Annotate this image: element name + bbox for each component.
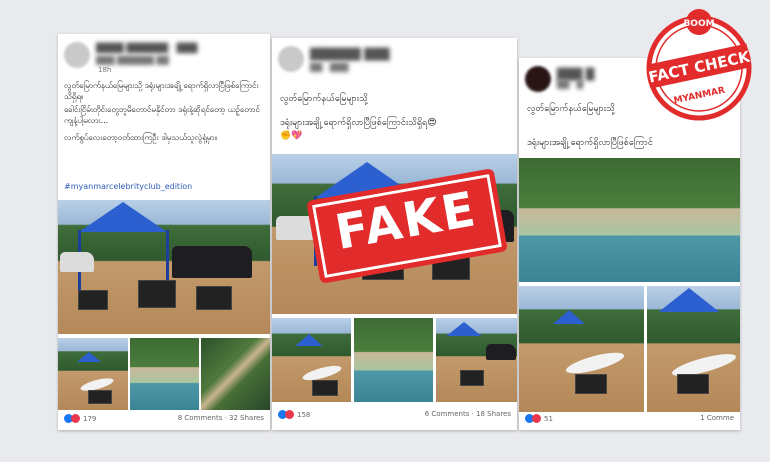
hashtag-link[interactable]: #myanmarcelebrityclub_edition xyxy=(64,181,264,192)
drone-case xyxy=(677,374,709,394)
post-photo-thumb-3[interactable] xyxy=(201,338,270,410)
canopy-tent xyxy=(446,322,482,336)
blurred-author-name: ██████ ███ xyxy=(310,48,390,61)
facebook-post-1: ████ ██████ · ███ ███ ██████ ██ 18h လွတ်… xyxy=(58,34,270,430)
post-title-text: လွတ်မြောက်နယ်မြေများသို့ ဒရုံးများအချို့… xyxy=(64,81,259,101)
post-photo-main[interactable] xyxy=(58,200,270,334)
love-icon xyxy=(285,410,294,419)
post-footer: 179 8 Comments · 32 Shares xyxy=(64,414,264,426)
comment-share-stats[interactable]: 1 Comme xyxy=(700,414,734,422)
reactions[interactable]: 51 xyxy=(525,414,553,423)
drone-case xyxy=(138,280,176,308)
black-car xyxy=(486,344,516,360)
love-icon xyxy=(532,414,541,423)
post-photo-thumb-1[interactable] xyxy=(272,318,351,402)
fact-check-seal-icon: BOOM FACT CHECK MYANMAR xyxy=(646,9,753,121)
post-photo-thumb-2[interactable] xyxy=(647,286,740,412)
reaction-count: 179 xyxy=(83,414,97,423)
post-title-text: လွတ်မြောက်နယ်မြေများသို့ xyxy=(280,94,368,104)
post-photo-thumb-3[interactable] xyxy=(436,318,517,402)
post-footer: 158 6 Comments · 18 Shares xyxy=(278,410,511,422)
drone-case xyxy=(312,380,338,396)
drone-case xyxy=(196,286,232,310)
post-footer: 51 1 Comme xyxy=(525,414,734,426)
post-body-text-1: ဒရုံးများအချို့ ရောက်ရှိလာပြီဖြစ်ကြောင်း… xyxy=(280,118,437,128)
comment-share-stats[interactable]: 6 Comments · 18 Shares xyxy=(425,410,511,418)
canopy-tent xyxy=(658,288,720,312)
blurred-author-subtitle: ███ ██████ ██ xyxy=(96,56,169,65)
post-photo-thumb-1[interactable] xyxy=(519,286,644,412)
post-time[interactable]: 18h xyxy=(98,66,111,74)
post-body-text-1: ခေါင်းငြိမ်းတိုင်းတွေဘူမိတောင်မနိုင်တာ ဒ… xyxy=(64,105,260,125)
drone-case xyxy=(78,290,108,310)
reaction-count: 51 xyxy=(544,414,553,423)
canopy-tent xyxy=(553,310,585,324)
comment-share-stats[interactable]: 8 Comments · 32 Shares xyxy=(178,414,264,422)
canopy-tent xyxy=(295,334,323,346)
badge-top-text: BOOM xyxy=(683,19,714,29)
avatar[interactable] xyxy=(64,42,90,68)
blurred-author-subtitle: ██ · ███ xyxy=(310,63,349,72)
post-photo-main[interactable] xyxy=(519,158,740,282)
avatar[interactable] xyxy=(278,46,304,72)
blurred-author-name: ████ ██████ · ███ xyxy=(96,44,198,54)
love-icon xyxy=(71,414,80,423)
reactions[interactable]: 158 xyxy=(278,410,310,419)
reactions[interactable]: 179 xyxy=(64,414,96,423)
post-photo-thumb-2[interactable] xyxy=(130,338,199,410)
avatar[interactable] xyxy=(525,66,551,92)
post-photo-thumb-2[interactable] xyxy=(354,318,433,402)
reaction-count: 158 xyxy=(297,410,311,419)
post-body-text-2: ✊💖 xyxy=(280,131,303,141)
post-header: ████ ██████ · ███ ███ ██████ ██ 18h xyxy=(64,40,264,74)
white-car xyxy=(60,252,94,272)
post-photo-thumb-1[interactable] xyxy=(58,338,128,410)
canopy-tent xyxy=(79,202,167,232)
post-header: ██████ ███ ██ · ███ xyxy=(278,44,511,78)
canopy-tent xyxy=(77,352,101,362)
blurred-author-subtitle: ██ · █ xyxy=(557,80,584,89)
drone-case xyxy=(88,390,112,404)
black-van xyxy=(172,246,252,278)
drone-case xyxy=(575,374,607,394)
boom-fact-check-badge: BOOM FACT CHECK MYANMAR xyxy=(640,6,758,124)
post-body-text-2: လက်စွပ်လေးတော့ဝတ်ထားကြဦး ဒါမှသယ်သူလွဲရုံ… xyxy=(64,133,217,142)
post-body-text-1: ဒရုံးများအချို့ ရောက်ရှိလာပြီဖြစ်ကြောင် xyxy=(527,138,653,148)
drone-case xyxy=(460,370,484,386)
